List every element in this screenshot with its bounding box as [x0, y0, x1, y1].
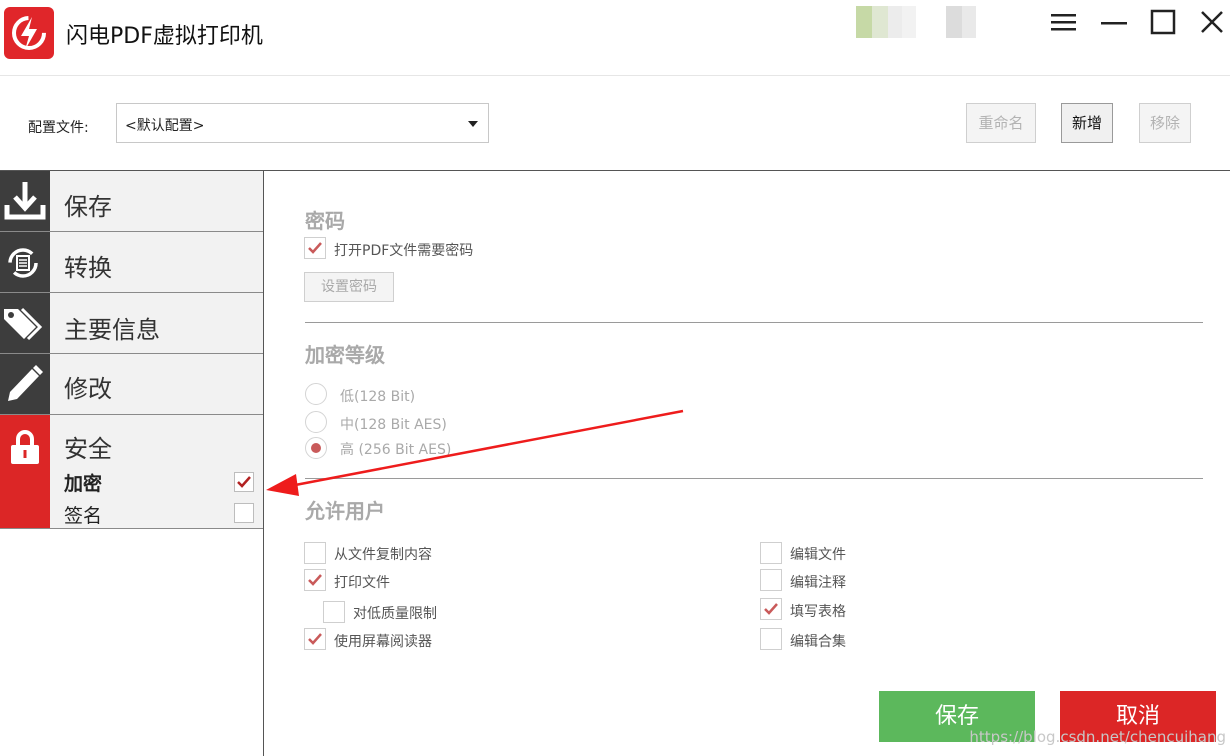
set-password-button[interactable]: 设置密码: [304, 272, 394, 302]
encryption-low-radio[interactable]: [305, 383, 327, 405]
permissions-section-title: 允许用户: [305, 499, 385, 523]
password-section-title: 密码: [305, 209, 345, 233]
encryption-medium-radio[interactable]: [305, 411, 327, 433]
print-file-label: 打印文件: [334, 575, 390, 591]
screen-reader-checkbox[interactable]: [304, 628, 326, 650]
edit-file-label: 编辑文件: [790, 547, 846, 563]
edit-comments-label: 编辑注释: [790, 575, 846, 591]
config-file-value: <默认配置>: [125, 118, 205, 134]
sidebar-icon-box: [0, 415, 50, 528]
encrypt-checkbox[interactable]: [234, 472, 254, 492]
sidebar-icon-box: [0, 232, 50, 292]
section-divider: [305, 478, 1203, 479]
minimize-icon[interactable]: [1097, 8, 1131, 38]
menu-icon[interactable]: [1047, 8, 1081, 38]
encryption-high-label: 高 (256 Bit AES): [340, 442, 452, 458]
sidebar-divider: [263, 170, 264, 756]
config-file-select[interactable]: <默认配置>: [116, 103, 489, 143]
download-icon: [4, 182, 46, 220]
config-file-label: 配置文件:: [28, 120, 89, 136]
security-sub-sign[interactable]: 签名: [64, 501, 102, 528]
copy-content-checkbox[interactable]: [304, 542, 326, 564]
section-divider: [305, 322, 1203, 323]
copy-content-label: 从文件复制内容: [334, 547, 432, 563]
sidebar-icon-box: [0, 171, 50, 231]
lock-icon: [11, 430, 39, 464]
encryption-section-title: 加密等级: [305, 343, 385, 367]
check-icon: [237, 476, 251, 488]
edit-collection-label: 编辑合集: [790, 634, 846, 650]
open-password-checkbox[interactable]: [304, 237, 326, 259]
sidebar-item-main-info[interactable]: 主要信息: [0, 293, 263, 354]
sidebar-item-save[interactable]: 保存: [0, 171, 263, 232]
convert-icon: [8, 248, 38, 278]
low-quality-checkbox[interactable]: [323, 601, 345, 623]
app-logo: [4, 7, 54, 59]
edit-file-checkbox[interactable]: [760, 542, 782, 564]
chevron-down-icon: [468, 121, 478, 127]
encryption-medium-label: 中(128 Bit AES): [340, 417, 447, 433]
sidebar-item-label: 转换: [64, 254, 112, 282]
sidebar-item-modify[interactable]: 修改: [0, 354, 263, 415]
lightning-logo-icon: [12, 16, 46, 50]
sidebar-item-security[interactable]: 安全 加密 签名: [0, 415, 263, 529]
low-quality-label: 对低质量限制: [353, 606, 437, 622]
check-icon: [764, 603, 778, 615]
fill-forms-label: 填写表格: [790, 604, 846, 620]
encryption-low-label: 低(128 Bit): [340, 389, 416, 405]
add-button[interactable]: 新增: [1061, 103, 1113, 143]
sidebar-item-label: 保存: [64, 193, 112, 221]
edit-comments-checkbox[interactable]: [760, 569, 782, 591]
check-icon: [308, 633, 322, 645]
open-password-label: 打开PDF文件需要密码: [334, 243, 474, 259]
print-file-checkbox[interactable]: [304, 569, 326, 591]
app-title: 闪电PDF虚拟打印机: [66, 24, 263, 49]
tags-icon: [4, 307, 43, 341]
sign-checkbox[interactable]: [234, 503, 254, 523]
title-divider: [0, 75, 1230, 76]
encryption-high-radio[interactable]: [305, 437, 327, 459]
watermark-text: https://blog.csdn.net/chencuihang: [969, 728, 1226, 746]
sidebar-icon-box: [0, 354, 50, 414]
sidebar-item-label: 主要信息: [64, 316, 160, 344]
check-icon: [308, 242, 322, 254]
edit-collection-checkbox[interactable]: [760, 628, 782, 650]
maximize-icon[interactable]: [1147, 8, 1181, 38]
rename-button[interactable]: 重命名: [966, 103, 1036, 143]
screen-reader-label: 使用屏幕阅读器: [334, 634, 432, 650]
close-icon[interactable]: [1195, 8, 1229, 38]
sidebar-item-label: 修改: [64, 375, 112, 403]
security-sub-encrypt[interactable]: 加密: [64, 469, 102, 496]
fill-forms-checkbox[interactable]: [760, 598, 782, 620]
pencil-icon: [8, 365, 43, 401]
sidebar-item-convert[interactable]: 转换: [0, 232, 263, 293]
sidebar-item-label: 安全: [64, 435, 112, 463]
check-icon: [308, 574, 322, 586]
remove-button[interactable]: 移除: [1139, 103, 1191, 143]
sidebar-icon-box: [0, 293, 50, 353]
